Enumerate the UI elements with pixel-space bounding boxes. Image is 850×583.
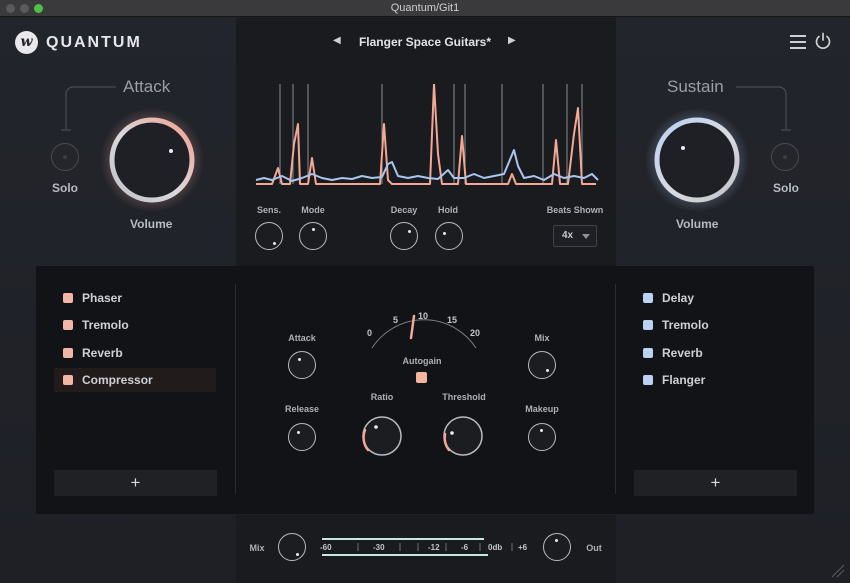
fx-label: Flanger [662,373,706,387]
output-knob[interactable] [543,533,571,561]
scale-tick-10: 10 [418,311,429,321]
scale-tick-15: 15 [447,315,458,325]
attack-volume-knob[interactable] [98,106,206,214]
attack-solo-label: Solo [52,181,78,195]
comp-makeup-label: Makeup [525,404,559,414]
meter-tick-+6: +6 [518,543,528,552]
fx-label: Reverb [662,346,703,360]
sustain-volume-knob[interactable] [643,106,751,214]
comp-release-knob[interactable] [288,423,316,451]
sustain-solo-button[interactable] [771,143,799,171]
fx-left-phaser[interactable]: Phaser [54,286,216,310]
scale-tick-0: 0 [367,328,373,338]
sustain-volume-label: Volume [676,217,719,231]
attack-solo-button[interactable] [51,143,79,171]
meter-tick--6: -6 [461,543,469,552]
fx-right-flanger[interactable]: Flanger [634,368,796,392]
fx-right-reverb[interactable]: Reverb [634,341,796,365]
fx-right-tremolo[interactable]: Tremolo [634,313,796,337]
sustain-solo-label: Solo [773,181,799,195]
comp-release-label: Release [284,404,320,414]
reverb-enable-checkbox[interactable] [643,348,653,358]
transient-analyzer-display [255,84,599,185]
brand-name: QUANTUM [46,34,142,51]
mode-knob[interactable] [299,222,327,250]
meter-tick--60: -60 [320,543,332,552]
fx-label: Tremolo [82,318,129,332]
chevron-down-icon [582,234,590,239]
ratio-label: Ratio [370,392,394,402]
tremolo-enable-checkbox[interactable] [643,320,653,330]
phaser-enable-checkbox[interactable] [63,293,73,303]
add-effect-right-button[interactable]: + [634,470,797,496]
preset-name[interactable]: Flanger Space Guitars* [340,35,510,49]
mix-label: Mix [249,543,265,553]
add-effect-left-button[interactable]: + [54,470,217,496]
window-title: Quantum/Git1 [390,2,460,14]
decay-knob[interactable] [390,222,418,250]
meter-tick--30: -30 [373,543,385,552]
tremolo-enable-checkbox[interactable] [63,320,73,330]
plugin-body: w QUANTUM ◀ Flanger Space Guitars* ▶ Att… [0,18,850,583]
delay-enable-checkbox[interactable] [643,293,653,303]
power-icon[interactable] [814,32,832,50]
ratio-knob[interactable] [356,410,408,462]
right-divider [615,284,616,494]
fx-label: Compressor [82,373,153,387]
compressor-enable-checkbox[interactable] [63,375,73,385]
sustain-curve [255,149,599,182]
mode-label: Mode [301,205,325,215]
left-divider [235,284,236,494]
fx-left-compressor[interactable]: Compressor [54,368,216,392]
attack-section-title: Attack [123,77,171,96]
scale-tick-20: 20 [470,328,481,338]
app-window: Quantum/Git1 w QUANTUM ◀ Flanger Space G… [0,0,850,583]
autogain-toggle[interactable] [416,372,427,383]
threshold-knob[interactable] [437,410,489,462]
comp-mix-knob[interactable] [528,351,556,379]
out-label: Out [586,543,602,553]
attack-volume-label: Volume [130,217,173,231]
fx-label: Reverb [82,346,123,360]
meter-tick-0db: 0db [488,543,503,552]
meter-tick--12: -12 [428,543,440,552]
comp-makeup-knob[interactable] [528,423,556,451]
reverb-enable-checkbox[interactable] [63,348,73,358]
comp-attack-knob[interactable] [288,351,316,379]
attack-curve [256,84,596,185]
autogain-label: Autogain [402,356,442,366]
resize-grip-icon[interactable] [830,563,846,579]
comp-attack-label: Attack [288,333,316,343]
fx-right-delay[interactable]: Delay [634,286,796,310]
fx-label: Phaser [82,291,123,305]
beats-shown-label: Beats Shown [546,205,604,215]
fx-label: Delay [662,291,695,305]
threshold-label: Threshold [442,392,486,402]
beats-shown-value: 4x [562,230,574,241]
scale-tick-5: 5 [393,315,399,325]
mix-knob[interactable] [278,533,306,561]
hamburger-menu-icon[interactable] [790,35,806,49]
hold-label: Hold [438,205,458,215]
sens-label: Sens. [257,205,282,215]
fx-label: Tremolo [662,318,709,332]
flanger-enable-checkbox[interactable] [643,375,653,385]
title-bar: Quantum/Git1 [0,0,850,17]
fx-left-tremolo[interactable]: Tremolo [54,313,216,337]
comp-mix-label: Mix [534,333,550,343]
decay-label: Decay [390,205,418,215]
sens-knob[interactable] [255,222,283,250]
fx-left-reverb[interactable]: Reverb [54,341,216,365]
sustain-section-title: Sustain [667,77,724,96]
hold-knob[interactable] [435,222,463,250]
next-preset-button[interactable]: ▶ [508,35,516,46]
quantum-logo-icon: w [15,31,38,54]
beats-shown-select[interactable]: 4x [553,225,597,247]
